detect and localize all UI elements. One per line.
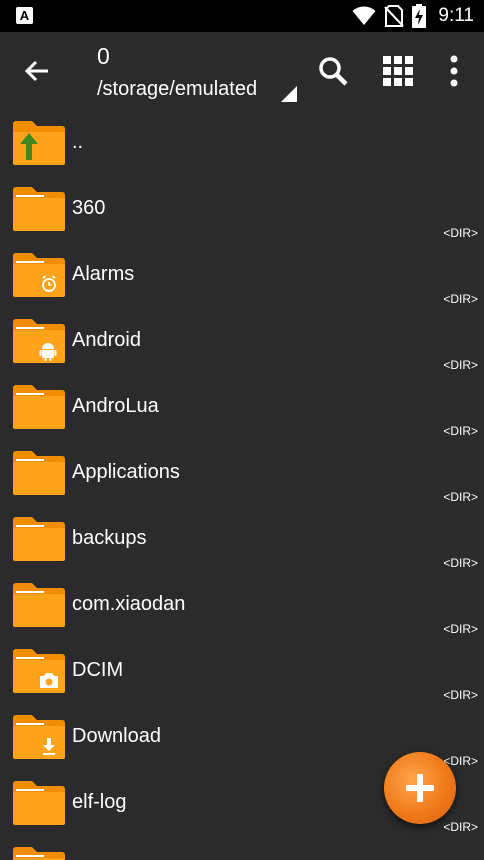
- list-item[interactable]: AndroLua <DIR>: [0, 374, 484, 440]
- folder-icon: [13, 583, 65, 627]
- folder-icon: [13, 517, 65, 561]
- file-kind: <DIR>: [443, 226, 478, 240]
- status-bar: A 9:11: [0, 0, 484, 32]
- grid-view-icon: [383, 56, 413, 86]
- list-item[interactable]: Android <DIR>: [0, 308, 484, 374]
- file-kind: <DIR>: [443, 820, 478, 834]
- file-name: ..: [72, 131, 84, 153]
- file-kind: <DIR>: [443, 688, 478, 702]
- file-name: AndroLua: [72, 395, 159, 417]
- list-item[interactable]: com.xiaodan <DIR>: [0, 572, 484, 638]
- folder-icon: [13, 187, 65, 231]
- folder-icon: [13, 385, 65, 429]
- add-button[interactable]: [384, 752, 456, 824]
- file-kind: <DIR>: [443, 358, 478, 372]
- folder-icon: [13, 451, 65, 495]
- file-name: DCIM: [72, 659, 124, 681]
- list-item[interactable]: 360 <DIR>: [0, 176, 484, 242]
- more-options-button[interactable]: [431, 48, 477, 94]
- parent-folder-icon: [13, 121, 65, 165]
- status-right-group: 9:11: [352, 0, 474, 32]
- file-name: Alarms: [72, 263, 135, 285]
- app-notification-icon: A: [16, 7, 33, 24]
- more-vert-icon: [450, 55, 458, 87]
- file-kind: <DIR>: [443, 424, 478, 438]
- wifi-icon: [352, 6, 376, 25]
- android-folder-icon: [13, 319, 65, 363]
- status-time: 9:11: [438, 5, 474, 26]
- file-list: .. 360 <DIR> Alarms <DIR> Android <DIR> …: [0, 110, 484, 860]
- file-name: com.xiaodan: [72, 593, 186, 615]
- file-name: 360: [72, 197, 106, 219]
- camera-folder-icon: [13, 649, 65, 693]
- folder-icon: [13, 847, 65, 860]
- file-manager-screen: A 9:11 0 /storage/emulated .. 360 <DIR> …: [0, 0, 484, 860]
- alarm-folder-icon: [13, 253, 65, 297]
- list-item[interactable]: [0, 836, 484, 860]
- folder-icon: [13, 781, 65, 825]
- list-item[interactable]: Applications <DIR>: [0, 440, 484, 506]
- file-name: Android: [72, 329, 141, 351]
- back-arrow-icon: [24, 60, 48, 82]
- toolbar: 0 /storage/emulated: [0, 32, 484, 110]
- search-icon: [319, 57, 348, 86]
- grid-view-button[interactable]: [375, 48, 421, 94]
- file-name: backups: [72, 527, 147, 549]
- selection-count: 0: [97, 43, 110, 69]
- file-name: Download: [72, 725, 161, 747]
- file-name: Applications: [72, 461, 180, 483]
- download-folder-icon: [13, 715, 65, 759]
- path-dropdown-icon[interactable]: [281, 86, 297, 102]
- list-item-parent[interactable]: ..: [0, 110, 484, 176]
- list-item[interactable]: DCIM <DIR>: [0, 638, 484, 704]
- file-kind: <DIR>: [443, 490, 478, 504]
- file-name: elf-log: [72, 791, 127, 813]
- file-kind: <DIR>: [443, 292, 478, 306]
- list-item[interactable]: backups <DIR>: [0, 506, 484, 572]
- back-button[interactable]: [14, 48, 60, 94]
- file-kind: <DIR>: [443, 556, 478, 570]
- list-item[interactable]: Alarms <DIR>: [0, 242, 484, 308]
- current-path[interactable]: /storage/emulated: [97, 78, 257, 101]
- file-kind: <DIR>: [443, 622, 478, 636]
- search-button[interactable]: [310, 48, 356, 94]
- app-notification-badge: A: [19, 8, 30, 23]
- battery-charging-icon: [412, 4, 427, 28]
- no-sim-icon: [384, 5, 405, 27]
